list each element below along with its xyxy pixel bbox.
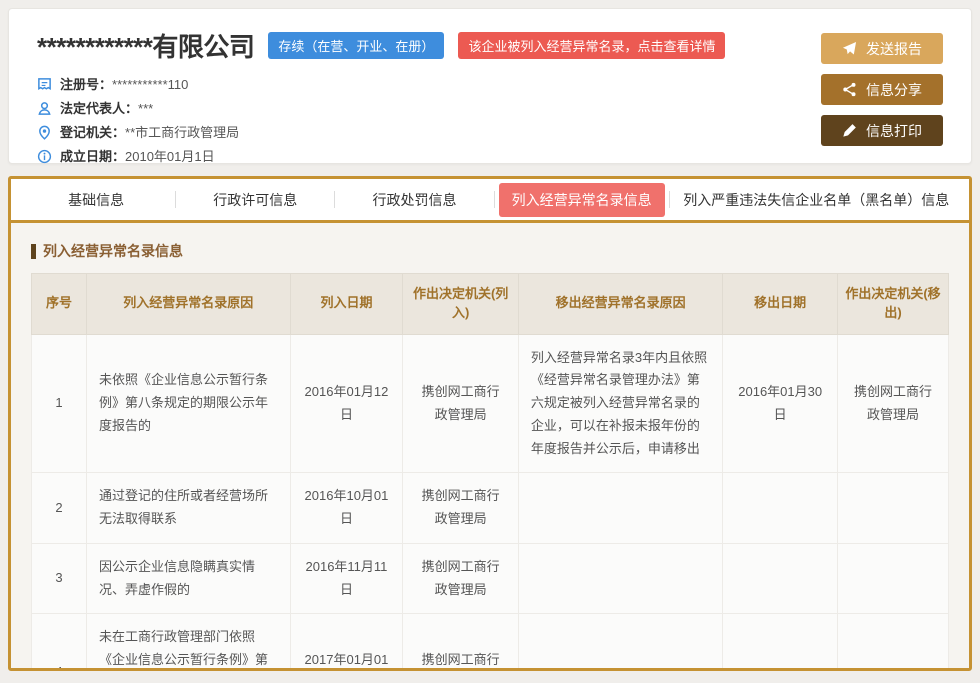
establishment-date-row: 成立日期： 2010年01月1日 (37, 144, 821, 168)
cell-removal-reason: 列入经营异常名录3年内且依照《经营异常名录管理办法》第六规定被列入经营异常名录的… (518, 334, 722, 473)
col-header-removal-date: 移出日期 (723, 274, 838, 335)
tab-bar: 基础信息 行政许可信息 行政处罚信息 列入经营异常名录信息 列入严重违法失信企业… (11, 179, 969, 223)
section-title: 列入经营异常名录信息 (31, 241, 949, 261)
certificate-icon (37, 77, 52, 92)
col-header-inclusion-reason: 列入经营异常名录原因 (87, 274, 291, 335)
cell-seq: 3 (32, 543, 87, 614)
person-icon (37, 101, 52, 116)
cell-removal-date (723, 614, 838, 671)
col-header-inclusion-authority: 作出决定机关(列入) (403, 274, 519, 335)
share-info-button[interactable]: 信息分享 (821, 74, 943, 105)
registration-number-value: ***********110 (112, 73, 188, 96)
print-info-button[interactable]: 信息打印 (821, 115, 943, 146)
establishment-date-value: 2010年01月1日 (125, 145, 215, 168)
print-info-label: 信息打印 (866, 121, 922, 141)
paper-plane-icon (842, 41, 857, 56)
section-title-marker (31, 244, 36, 259)
send-report-button[interactable]: 发送报告 (821, 33, 943, 64)
cell-inclusion-reason: 未依照《企业信息公示暂行条例》第八条规定的期限公示年度报告的 (87, 334, 291, 473)
tab-administrative-license[interactable]: 行政许可信息 (176, 190, 334, 210)
col-header-removal-reason: 移出经营异常名录原因 (518, 274, 722, 335)
registration-authority-label: 登记机关： (60, 121, 125, 144)
cell-removal-authority (838, 473, 949, 544)
registration-authority-row: 登记机关： **市工商行政管理局 (37, 120, 821, 144)
cell-inclusion-date: 2017年01月01日 (290, 614, 403, 671)
header-actions: 发送报告 信息分享 信息打印 (821, 27, 943, 149)
cell-seq: 4 (32, 614, 87, 671)
table-row: 2 通过登记的住所或者经营场所无法取得联系 2016年10月01日 携创网工商行… (32, 473, 949, 544)
abnormal-alert-badge[interactable]: 该企业被列入经营异常名录，点击查看详情 (458, 32, 725, 59)
cell-inclusion-authority: 携创网工商行政管理局 (403, 473, 519, 544)
cell-seq: 2 (32, 473, 87, 544)
table-row: 3 因公示企业信息隐瞒真实情况、弄虚作假的 2016年11月11日 携创网工商行… (32, 543, 949, 614)
company-title-row: ************有限公司 存续（在营、开业、在册） 该企业被列入经营异常… (37, 27, 821, 64)
legal-representative-label: 法定代表人： (60, 97, 138, 120)
legal-representative-value: *** (138, 97, 153, 120)
registration-authority-value: **市工商行政管理局 (125, 121, 239, 144)
table-row: 1 未依照《企业信息公示暂行条例》第八条规定的期限公示年度报告的 2016年01… (32, 334, 949, 473)
cell-inclusion-reason: 未在工商行政管理部门依照《企业信息公示暂行条例》第十条规定责令的期限内公示有关企… (87, 614, 291, 671)
status-badge: 存续（在营、开业、在册） (268, 32, 444, 59)
col-header-inclusion-date: 列入日期 (290, 274, 403, 335)
send-report-label: 发送报告 (866, 39, 922, 59)
cell-inclusion-date: 2016年10月01日 (290, 473, 403, 544)
registration-number-row: 注册号： ***********110 (37, 72, 821, 96)
cell-inclusion-authority: 携创网工商行政管理局 (403, 614, 519, 671)
main-panel: 基础信息 行政许可信息 行政处罚信息 列入经营异常名录信息 列入严重违法失信企业… (8, 176, 972, 671)
location-icon (37, 125, 52, 140)
tab-blacklist-label: 列入严重违法失信企业名单（黑名单）信息 (683, 192, 949, 208)
cell-removal-date (723, 543, 838, 614)
cell-inclusion-authority: 携创网工商行政管理局 (403, 543, 519, 614)
company-name: ************有限公司 (37, 27, 254, 64)
col-header-removal-authority: 作出决定机关(移出) (838, 274, 949, 335)
cell-removal-date (723, 473, 838, 544)
abnormal-operations-table: 序号 列入经营异常名录原因 列入日期 作出决定机关(列入) 移出经营异常名录原因… (31, 273, 949, 671)
col-header-seq: 序号 (32, 274, 87, 335)
cell-removal-authority (838, 614, 949, 671)
cell-inclusion-date: 2016年01月12日 (290, 334, 403, 473)
company-header-card: ************有限公司 存续（在营、开业、在册） 该企业被列入经营异常… (8, 8, 972, 164)
panel-content: 列入经营异常名录信息 序号 列入经营异常名录原因 列入日期 作出决定机关(列入)… (11, 223, 969, 671)
tab-abnormal-operations-label: 列入经营异常名录信息 (499, 183, 665, 217)
cell-removal-authority: 携创网工商行政管理局 (838, 334, 949, 473)
cell-inclusion-reason: 因公示企业信息隐瞒真实情况、弄虚作假的 (87, 543, 291, 614)
share-nodes-icon (842, 82, 857, 97)
share-info-label: 信息分享 (866, 80, 922, 100)
info-icon (37, 149, 52, 164)
page: ************有限公司 存续（在营、开业、在册） 该企业被列入经营异常… (0, 0, 980, 683)
cell-seq: 1 (32, 334, 87, 473)
pencil-icon (842, 123, 857, 138)
company-info-block: ************有限公司 存续（在营、开业、在册） 该企业被列入经营异常… (37, 27, 821, 149)
establishment-date-label: 成立日期： (60, 145, 125, 168)
tab-administrative-license-label: 行政许可信息 (213, 192, 297, 208)
table-header-row: 序号 列入经营异常名录原因 列入日期 作出决定机关(列入) 移出经营异常名录原因… (32, 274, 949, 335)
section-title-text: 列入经营异常名录信息 (43, 241, 183, 261)
tab-abnormal-operations[interactable]: 列入经营异常名录信息 (495, 183, 669, 217)
tab-blacklist[interactable]: 列入严重违法失信企业名单（黑名单）信息 (670, 190, 963, 210)
cell-removal-authority (838, 543, 949, 614)
cell-removal-reason (518, 473, 722, 544)
cell-inclusion-reason: 通过登记的住所或者经营场所无法取得联系 (87, 473, 291, 544)
cell-inclusion-date: 2016年11月11日 (290, 543, 403, 614)
cell-removal-reason (518, 543, 722, 614)
tab-administrative-penalty-label: 行政处罚信息 (373, 192, 457, 208)
cell-removal-reason (518, 614, 722, 671)
cell-inclusion-authority: 携创网工商行政管理局 (403, 334, 519, 473)
tab-basic-info-label: 基础信息 (68, 192, 124, 208)
tab-administrative-penalty[interactable]: 行政处罚信息 (335, 190, 493, 210)
registration-number-label: 注册号： (60, 73, 112, 96)
table-row: 4 未在工商行政管理部门依照《企业信息公示暂行条例》第十条规定责令的期限内公示有… (32, 614, 949, 671)
legal-representative-row: 法定代表人： *** (37, 96, 821, 120)
tab-basic-info[interactable]: 基础信息 (17, 190, 175, 210)
cell-removal-date: 2016年01月30日 (723, 334, 838, 473)
